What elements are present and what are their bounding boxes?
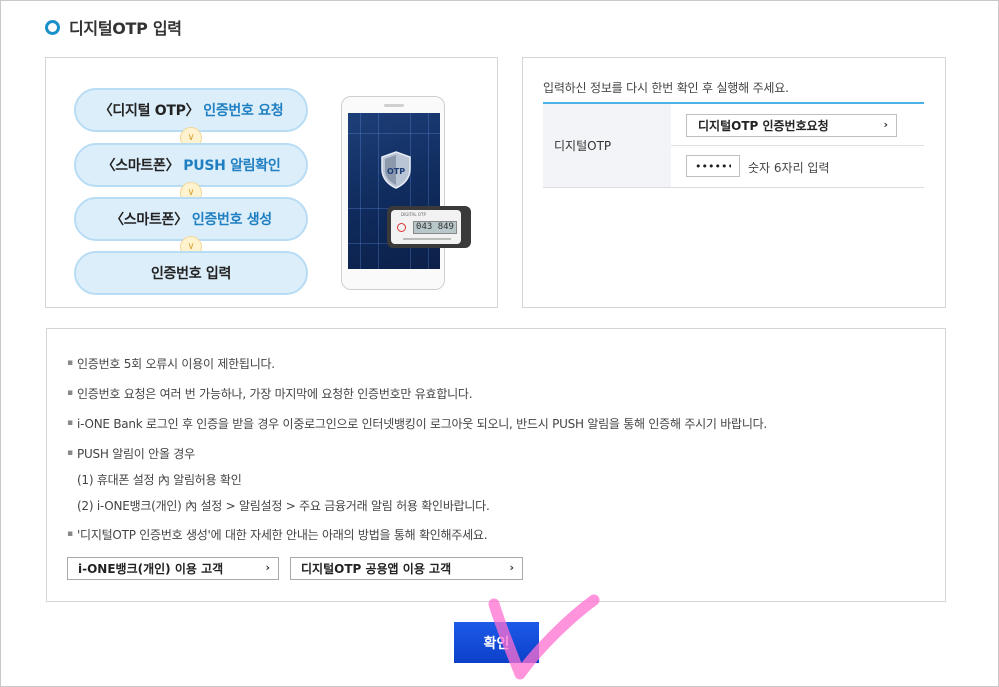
otp-steps-panel: 〈디지털 OTP〉 인증번호 요청 ∨ 〈스마트폰〉 PUSH 알림확인 ∨ 〈… — [45, 57, 498, 308]
ione-personal-guide-button[interactable]: i-ONE뱅크(개인) 이용 고객 › — [67, 557, 279, 580]
step-request-highlight: 인증번호 요청 — [203, 103, 284, 119]
bullet-icon: ▪ — [67, 358, 73, 368]
step-push-highlight: PUSH 알림확인 — [183, 158, 281, 174]
section-header: 디지털OTP 입력 — [45, 15, 182, 39]
otp-token-face: DIGITAL OTP 043 849 — [391, 210, 461, 244]
otp-code-input[interactable] — [686, 155, 740, 177]
notice-panel: ▪ 인증번호 5회 오류시 이용이 제한됩니다. ▪ 인증번호 요청은 여러 번… — [46, 328, 946, 602]
otp-form-panel: 입력하신 정보를 다시 한번 확인 후 실행해 주세요. 디지털OTP 디지털O… — [522, 57, 946, 308]
bullet-icon: ▪ — [67, 418, 73, 428]
otp-request-button-label: 디지털OTP 인증번호요청 — [698, 119, 829, 133]
step-request-prefix: 〈디지털 OTP〉 — [98, 103, 200, 119]
notice-text: 인증번호 요청은 여러 번 가능하나, 가장 마지막에 요청한 인증번호만 유효… — [77, 387, 473, 401]
ione-personal-guide-label: i-ONE뱅크(개인) 이용 고객 — [78, 562, 224, 576]
step-push-prefix: 〈스마트폰〉 — [101, 158, 180, 174]
shield-label: OTP — [387, 167, 405, 176]
notice-text: '디지털OTP 인증번호 생성'에 대한 자세한 안내는 아래의 방법을 통해 … — [77, 528, 488, 542]
step-request: 〈디지털 OTP〉 인증번호 요청 — [74, 88, 308, 132]
step-input-label: 인증번호 입력 — [150, 266, 232, 282]
otp-shared-app-guide-label: 디지털OTP 공용앱 이용 고객 — [301, 562, 452, 576]
notice-text: i-ONE Bank 로그인 후 인증을 받을 경우 이중로그인으로 인터넷뱅킹… — [77, 417, 767, 431]
confirm-button[interactable]: 확인 — [454, 622, 539, 663]
push-sub-item: (1) 휴대폰 설정 內 알림허용 확인 — [77, 473, 242, 487]
notice-text: PUSH 알림이 안올 경우 — [77, 447, 195, 461]
notice-text: 인증번호 5회 오류시 이용이 제한됩니다. — [77, 357, 275, 371]
shield-icon: OTP — [381, 151, 411, 189]
power-icon — [397, 223, 406, 232]
step-generate: 〈스마트폰〉 인증번호 생성 — [74, 197, 308, 241]
otp-token-divider — [403, 238, 451, 240]
otp-field-label: 디지털OTP — [543, 104, 671, 188]
bullet-icon: ▪ — [67, 448, 73, 458]
otp-form-table: 디지털OTP 디지털OTP 인증번호요청 › 숫자 6자리 입력 — [543, 102, 924, 190]
otp-token-brand: DIGITAL OTP — [401, 212, 426, 217]
step-input: 인증번호 입력 — [74, 251, 308, 295]
chevron-right-icon: › — [883, 118, 888, 131]
bullet-icon: ▪ — [67, 529, 73, 539]
otp-request-button[interactable]: 디지털OTP 인증번호요청 › — [686, 114, 897, 137]
otp-input-hint: 숫자 6자리 입력 — [748, 161, 830, 175]
push-sub-item: (2) i-ONE뱅크(개인) 內 설정 > 알림설정 > 주요 금융거래 알림… — [77, 499, 490, 513]
chevron-right-icon: › — [265, 561, 270, 574]
step-generate-prefix: 〈스마트폰〉 — [110, 212, 188, 228]
otp-token-device: DIGITAL OTP 043 849 — [387, 206, 471, 248]
page-title: 디지털OTP 입력 — [69, 19, 182, 38]
smartphone-illustration: OTP — [341, 96, 445, 290]
phone-speaker — [384, 104, 404, 107]
otp-token-display: 043 849 — [413, 221, 457, 234]
otp-request-row: 디지털OTP 인증번호요청 › — [671, 104, 924, 146]
step-generate-highlight: 인증번호 생성 — [191, 212, 272, 228]
otp-shared-app-guide-button[interactable]: 디지털OTP 공용앱 이용 고객 › — [290, 557, 523, 580]
form-info-text: 입력하신 정보를 다시 한번 확인 후 실행해 주세요. — [543, 81, 789, 95]
otp-input-row: 숫자 6자리 입력 — [671, 146, 924, 188]
step-push: 〈스마트폰〉 PUSH 알림확인 — [74, 143, 308, 187]
title-bullet-icon — [45, 19, 60, 35]
bullet-icon: ▪ — [67, 388, 73, 398]
chevron-right-icon: › — [509, 561, 514, 574]
